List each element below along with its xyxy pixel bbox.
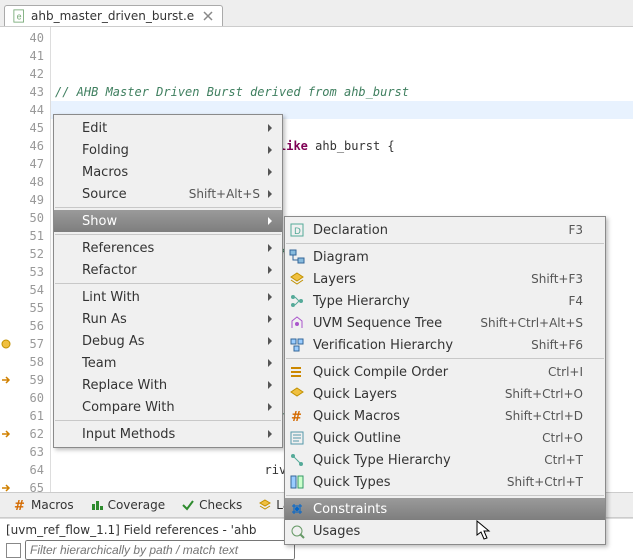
context-menu[interactable]: EditFoldingMacrosSourceShift+Alt+S Show Re… (53, 114, 283, 448)
menu-item-macros[interactable]: Macros (54, 161, 282, 183)
bottom-tab-checks[interactable]: Checks (174, 495, 249, 515)
editor-tab-label: ahb_master_driven_burst.e (31, 9, 194, 23)
close-icon[interactable] (202, 10, 214, 22)
check-icon (181, 498, 195, 512)
submenu-item-layers[interactable]: LayersShift+F3 (285, 268, 605, 290)
submenu-item-quick-outline[interactable]: Quick OutlineCtrl+O (285, 427, 605, 449)
diagram-icon (289, 249, 305, 265)
qtypes-icon (289, 474, 305, 490)
coverage-icon (90, 498, 104, 512)
qmacros-icon: # (289, 408, 305, 424)
menu-item-refactor[interactable]: Refactor (54, 259, 282, 281)
submenu-item-uvm-sequence-tree[interactable]: UVM Sequence TreeShift+Ctrl+Alt+S (285, 312, 605, 334)
code-text: // AHB Master Driven Burst derived from … (55, 85, 409, 99)
arrow-marker-icon (1, 375, 11, 385)
filter-input[interactable] (25, 540, 295, 560)
menu-item-run-as[interactable]: Run As (54, 308, 282, 330)
submenu-item-constraints[interactable]: Constraints (285, 498, 605, 520)
menu-item-show[interactable]: Show (54, 210, 282, 232)
qlayers-icon (289, 386, 305, 402)
submenu-item-quick-types[interactable]: Quick TypesShift+Ctrl+T (285, 471, 605, 493)
menu-item-team[interactable]: Team (54, 352, 282, 374)
line-number-gutter: 40414243 44454647 48495051 52535455 5657… (12, 27, 51, 493)
tree-icon (289, 293, 305, 309)
qco-icon (289, 364, 305, 380)
layers-icon (289, 271, 305, 287)
e-file-icon: e (13, 9, 27, 23)
qth-icon (289, 452, 305, 468)
show-submenu[interactable]: DDeclarationF3 DiagramLayersShift+F3Type … (284, 216, 606, 545)
menu-item-input-methods[interactable]: Input Methods (54, 423, 282, 445)
svg-text:#: # (14, 499, 25, 512)
uvm-icon (289, 315, 305, 331)
marker-ruler-left (0, 27, 12, 493)
submenu-item-quick-layers[interactable]: Quick LayersShift+Ctrl+O (285, 383, 605, 405)
mouse-cursor-icon (476, 520, 492, 542)
match-checkbox[interactable] (6, 543, 21, 558)
svg-text:D: D (294, 227, 301, 237)
hash-icon: # (13, 498, 27, 512)
submenu-item-type-hierarchy[interactable]: Type HierarchyF4 (285, 290, 605, 312)
submenu-item-usages[interactable]: Usages (285, 520, 605, 542)
vh-icon (289, 337, 305, 353)
menu-item-source[interactable]: SourceShift+Alt+S (54, 183, 282, 205)
layers-icon (258, 498, 272, 512)
constr-icon (289, 501, 305, 517)
bottom-tab-coverage[interactable]: Coverage (83, 495, 173, 515)
submenu-item-quick-macros[interactable]: #Quick MacrosShift+Ctrl+D (285, 405, 605, 427)
menu-item-lint-with[interactable]: Lint With (54, 286, 282, 308)
decl-icon: D (289, 222, 305, 238)
bottom-tab-macros[interactable]: # Macros (6, 495, 81, 515)
menu-item-references[interactable]: References (54, 237, 282, 259)
editor-tab[interactable]: e ahb_master_driven_burst.e (4, 5, 223, 26)
menu-item-compare-with[interactable]: Compare With (54, 396, 282, 418)
qoutline-icon (289, 430, 305, 446)
svg-text:#: # (291, 410, 302, 424)
menu-item-edit[interactable]: Edit (54, 117, 282, 139)
submenu-item-quick-compile-order[interactable]: Quick Compile OrderCtrl+I (285, 361, 605, 383)
menu-item-folding[interactable]: Folding (54, 139, 282, 161)
submenu-item-verification-hierarchy[interactable]: Verification HierarchyShift+F6 (285, 334, 605, 356)
arrow-marker-icon (1, 429, 11, 439)
menu-item-debug-as[interactable]: Debug As (54, 330, 282, 352)
submenu-item-declaration[interactable]: DDeclarationF3 (285, 219, 605, 241)
submenu-item-quick-type-hierarchy[interactable]: Quick Type HierarchyCtrl+T (285, 449, 605, 471)
usages-icon (289, 523, 305, 539)
submenu-item-diagram[interactable]: Diagram (285, 246, 605, 268)
warning-marker-icon (1, 339, 11, 349)
svg-text:e: e (17, 13, 22, 23)
menu-item-replace-with[interactable]: Replace With (54, 374, 282, 396)
